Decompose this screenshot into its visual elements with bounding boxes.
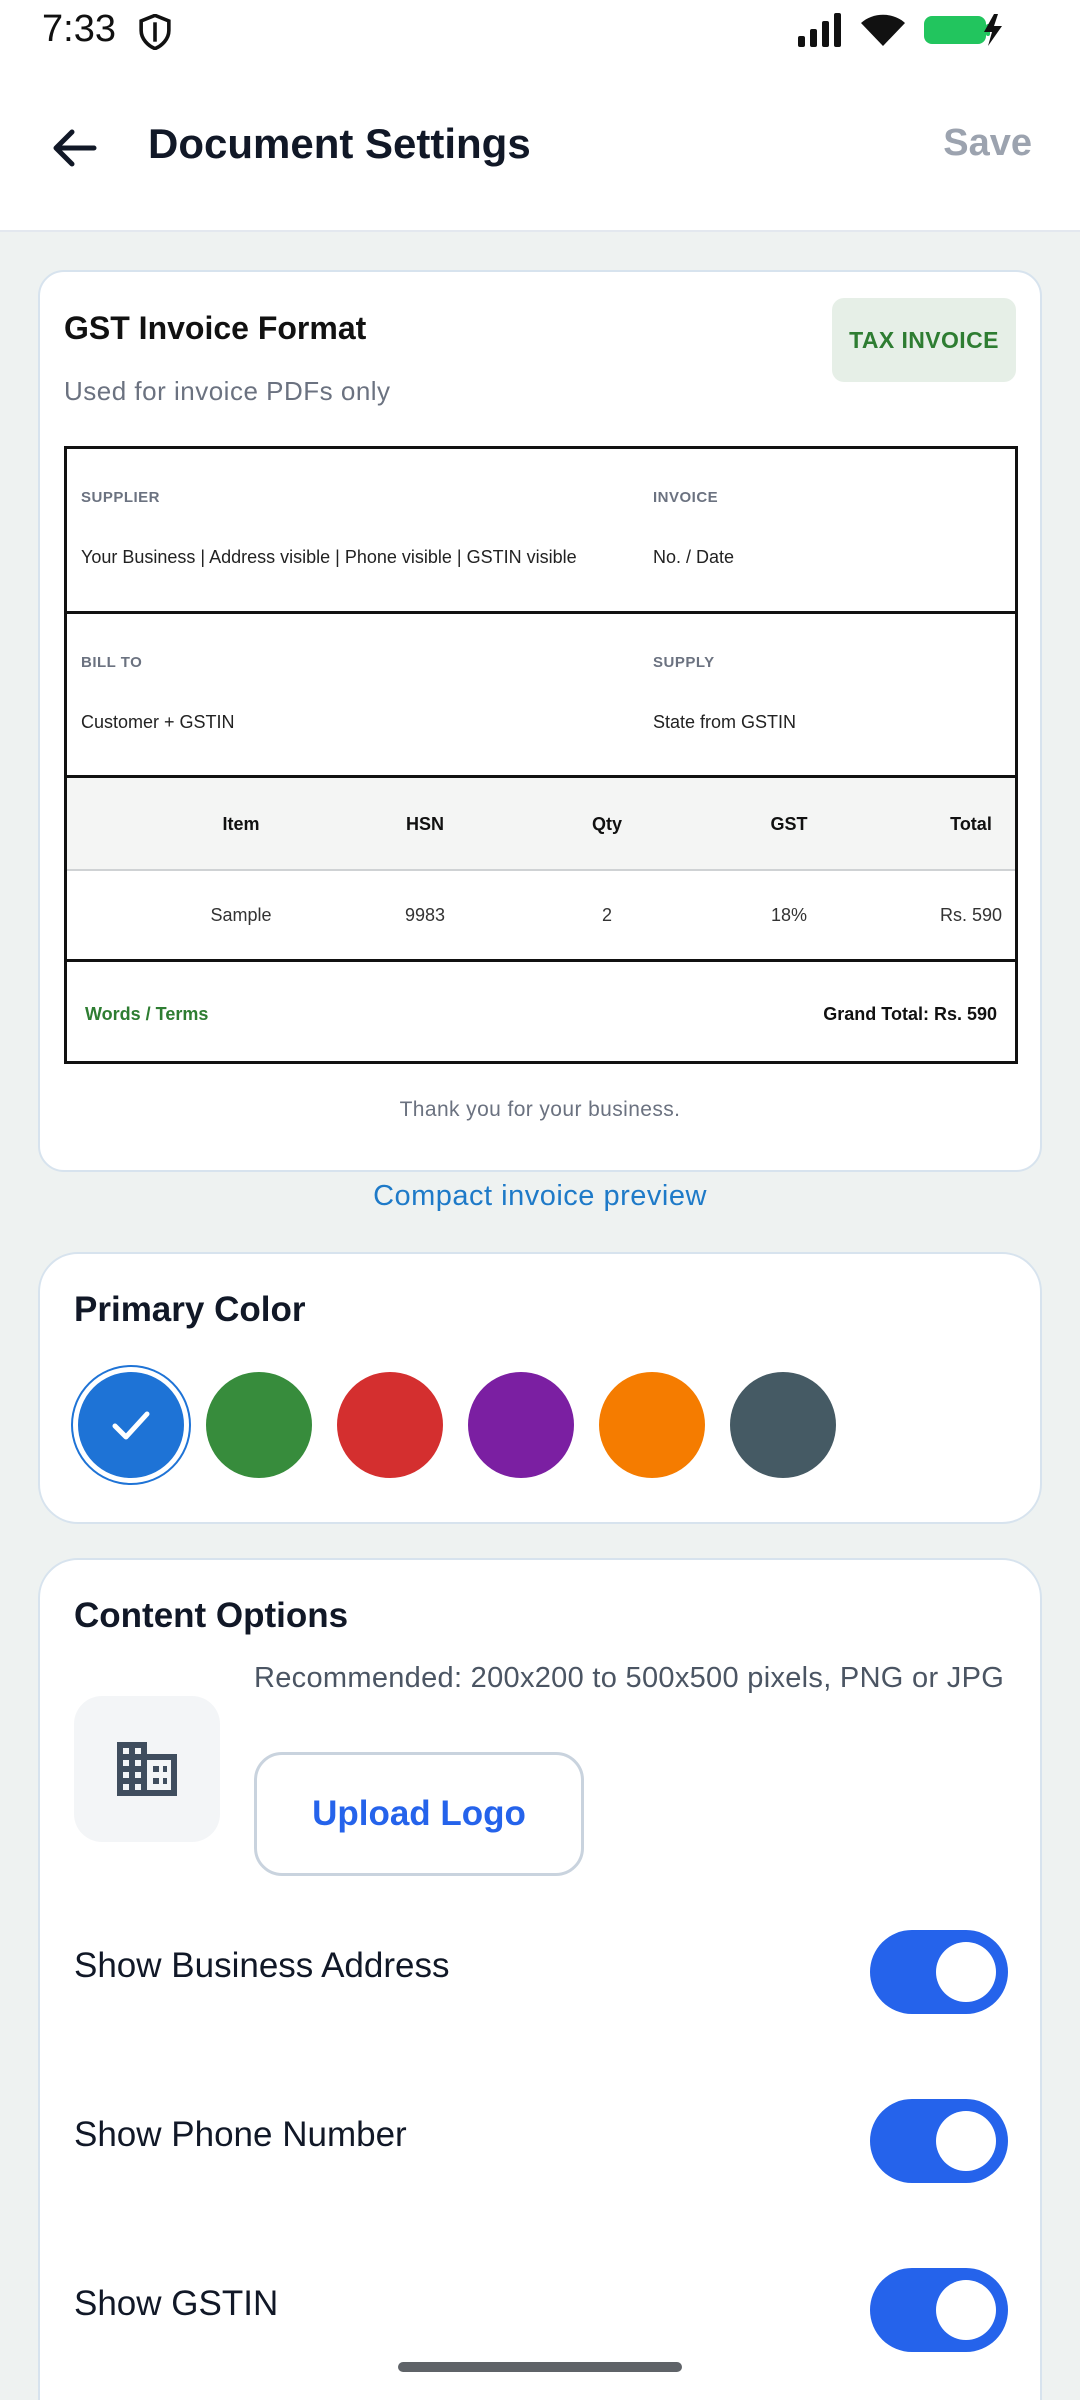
thank-you-note: Thank you for your business. <box>399 1098 681 1121</box>
toggle-knob <box>936 1942 996 2002</box>
color-swatch-green[interactable] <box>206 1372 312 1478</box>
status-icons <box>796 12 1004 48</box>
page-title: Document Settings <box>148 120 531 167</box>
primary-color-title: Primary Color <box>74 1290 306 1329</box>
table-cell-qty: 2 <box>601 905 612 925</box>
toggle-label-gstin: Show GSTIN <box>74 2284 279 2323</box>
table-cell-total: Rs. 590 <box>939 905 1003 925</box>
table-header-gst: GST <box>770 814 808 834</box>
invoice-preview: SUPPLIER Your Business | Address visible… <box>64 446 1018 1064</box>
table-header-total: Total <box>950 814 992 834</box>
table-cell-gst: 18% <box>770 905 808 925</box>
top-app-bar: Document Settings Save <box>0 62 1080 232</box>
bill-to-value: Customer + GSTIN <box>81 712 235 732</box>
table-header-hsn: HSN <box>405 814 444 834</box>
toggle-business-address[interactable] <box>870 1930 1008 2014</box>
wifi-icon <box>861 14 905 46</box>
signal-icon <box>798 13 841 47</box>
toggle-knob <box>936 2111 996 2171</box>
invoice-caption: INVOICE <box>653 489 719 506</box>
toggle-label-business-address: Show Business Address <box>74 1946 450 1985</box>
check-icon <box>112 1411 150 1440</box>
compact-preview-link[interactable]: Compact invoice preview <box>0 1180 1080 1213</box>
preview-title: GST Invoice Format <box>64 310 367 346</box>
table-cell-hsn: 9983 <box>404 905 446 925</box>
content-options-card: Content Options Recommended: 200x200 to … <box>38 1558 1042 2400</box>
toggle-phone-number[interactable] <box>870 2099 1008 2183</box>
logo-recommendation: Recommended: 200x200 to 500x500 pixels, … <box>254 1662 1005 1694</box>
status-time: 7:33 <box>42 8 116 50</box>
supplier-row: SUPPLIER Your Business | Address visible… <box>67 449 1015 614</box>
invoice-preview-card: GST Invoice Format Used for invoice PDFs… <box>38 270 1042 1172</box>
save-button[interactable]: Save <box>943 122 1032 165</box>
arrow-back-icon <box>53 129 97 167</box>
logo-placeholder[interactable] <box>74 1696 220 1842</box>
color-swatch-purple[interactable] <box>468 1372 574 1478</box>
preview-subtitle: Used for invoice PDFs only <box>64 376 391 406</box>
table-row: Sample 9983 2 18% Rs. 590 <box>67 871 1015 962</box>
gesture-nav-handle[interactable] <box>398 2362 682 2372</box>
color-swatch-red[interactable] <box>337 1372 443 1478</box>
back-button[interactable] <box>40 114 108 182</box>
grand-total: Grand Total: Rs. 590 <box>823 1004 997 1024</box>
totals-row: Words / Terms Grand Total: Rs. 590 <box>67 962 1015 1061</box>
words-terms: Words / Terms <box>85 1004 209 1024</box>
invoice-value: No. / Date <box>653 547 735 567</box>
color-swatch-slate[interactable] <box>730 1372 836 1478</box>
status-bar: 7:33 <box>0 0 1080 62</box>
table-header-item: Item <box>222 814 260 834</box>
table-header-row: Item HSN Qty GST Total <box>67 778 1015 871</box>
toggle-gstin[interactable] <box>870 2268 1008 2352</box>
color-swatch-blue[interactable] <box>78 1372 184 1478</box>
supplier-value: Your Business | Address visible | Phone … <box>81 547 577 567</box>
color-swatch-orange[interactable] <box>599 1372 705 1478</box>
tax-invoice-badge: TAX INVOICE <box>832 298 1016 382</box>
battery-charging-icon <box>924 14 1002 46</box>
supply-value: State from GSTIN <box>653 712 797 732</box>
upload-logo-button[interactable]: Upload Logo <box>254 1752 584 1876</box>
supply-caption: SUPPLY <box>653 654 715 671</box>
bill-to-row: BILL TO Customer + GSTIN SUPPLY State fr… <box>67 614 1015 778</box>
toggle-label-phone-number: Show Phone Number <box>74 2115 407 2154</box>
building-icon <box>117 1742 177 1796</box>
supplier-caption: SUPPLIER <box>81 489 161 506</box>
primary-color-card: Primary Color <box>38 1252 1042 1524</box>
table-cell-item: Sample <box>210 905 272 925</box>
table-header-qty: Qty <box>591 814 622 834</box>
toggle-knob <box>936 2280 996 2340</box>
content-options-title: Content Options <box>74 1596 349 1635</box>
shield-icon <box>139 14 171 50</box>
bill-to-caption: BILL TO <box>81 654 143 671</box>
